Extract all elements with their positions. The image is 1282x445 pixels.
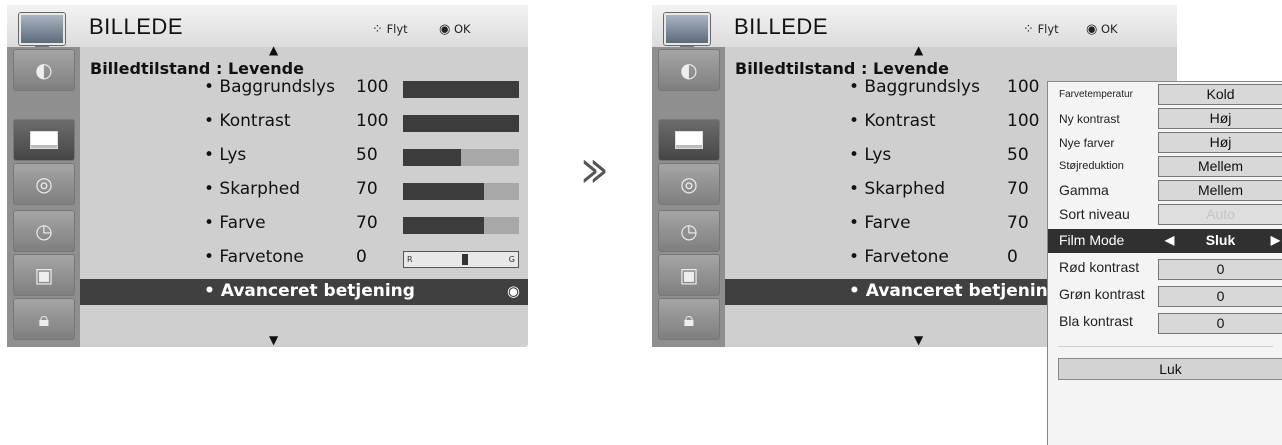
right-arrow-icon[interactable]: ▶ — [1271, 231, 1280, 250]
popup-row-noise-reduction[interactable]: Støjreduktion Mellem — [1048, 155, 1282, 179]
menu-title: BILLEDE — [89, 14, 183, 39]
sidebar-item-picture[interactable] — [13, 119, 75, 161]
menu-header: BILLEDE ⁘ Flyt ◉ OK — [652, 5, 1177, 50]
clock-icon: ◷ — [35, 219, 53, 243]
menu-header: BILLEDE ⁘ Flyt ◉ OK — [7, 5, 528, 50]
picture-menu-left: BILLEDE ⁘ Flyt ◉ OK ◐ ◎ ◷ ▣ 🔒︎ Billedtil… — [7, 5, 528, 347]
picture-mode-value: : Levende — [215, 59, 304, 78]
scroll-up-arrow[interactable]: ▲ — [914, 43, 923, 57]
menu-title: BILLEDE — [734, 14, 828, 39]
picture-mode-label: Billedtilstand — [90, 59, 211, 78]
close-button[interactable]: Luk — [1058, 358, 1282, 380]
picture-mode-row[interactable]: Billedtilstand : Levende — [735, 59, 949, 78]
ok-button-icon: ◉ — [1086, 22, 1098, 37]
tint-bar: R G — [403, 251, 519, 268]
sidebar-item-time[interactable]: ◷ — [13, 210, 75, 252]
advanced-settings-popup: Farvetemperatur Kold Ny kontrast Høj Nye… — [1047, 81, 1282, 445]
picture-globe-icon: ◐ — [35, 58, 53, 82]
tv-icon — [30, 131, 58, 149]
scroll-down-arrow[interactable]: ▼ — [914, 333, 923, 347]
menu-content: Billedtilstand : Levende ▲ • Baggrundsly… — [80, 43, 528, 347]
option-box-icon: ▣ — [679, 263, 699, 287]
lock-icon: 🔒︎ — [683, 307, 695, 331]
sidebar-item-picture-globe[interactable]: ◐ — [13, 49, 75, 91]
popup-row-color-temperature[interactable]: Farvetemperatur Kold — [1048, 83, 1282, 107]
move-arrows-icon: ⁘ — [372, 22, 383, 37]
setting-bar — [403, 183, 519, 200]
tv-icon — [19, 13, 65, 50]
sidebar-item-audio[interactable]: ◎ — [658, 163, 720, 205]
move-hint: ⁘ Flyt — [372, 22, 408, 37]
sidebar-item-option[interactable]: ▣ — [13, 254, 75, 296]
scroll-down-arrow[interactable]: ▼ — [269, 333, 278, 347]
sidebar-item-picture[interactable] — [658, 119, 720, 161]
popup-row-gamma[interactable]: Gamma Mellem — [1048, 179, 1282, 203]
film-mode-selector[interactable]: ◀ Sluk ▶ — [1158, 230, 1282, 251]
popup-row-blue-contrast[interactable]: Bla kontrast 0 — [1048, 310, 1282, 334]
setting-bar — [403, 81, 519, 98]
speaker-icon: ◎ — [680, 172, 698, 196]
picture-globe-icon: ◐ — [680, 58, 698, 82]
scroll-up-arrow[interactable]: ▲ — [269, 43, 278, 57]
setting-bar — [403, 149, 519, 166]
sidebar: ◐ ◎ ◷ ▣ 🔒︎ — [7, 47, 80, 347]
sidebar-item-picture-globe[interactable]: ◐ — [658, 49, 720, 91]
picture-mode-value: : Levende — [860, 59, 949, 78]
sidebar-item-lock[interactable]: 🔒︎ — [13, 298, 75, 340]
ok-hint: ◉ OK — [1086, 22, 1118, 37]
sidebar-item-audio[interactable]: ◎ — [13, 163, 75, 205]
sidebar-item-option[interactable]: ▣ — [658, 254, 720, 296]
clock-icon: ◷ — [680, 219, 698, 243]
ok-hint: ◉ OK — [439, 22, 471, 37]
picture-mode-row[interactable]: Billedtilstand : Levende — [90, 59, 304, 78]
popup-row-new-colors[interactable]: Nye farver Høj — [1048, 131, 1282, 155]
popup-row-new-contrast[interactable]: Ny kontrast Høj — [1048, 107, 1282, 131]
lock-icon: 🔒︎ — [38, 307, 50, 331]
popup-row-film-mode[interactable]: Film Mode ◀ Sluk ▶ — [1048, 229, 1282, 253]
setting-bar — [403, 115, 519, 132]
sidebar: ◐ ◎ ◷ ▣ 🔒︎ — [652, 47, 725, 347]
sidebar-item-time[interactable]: ◷ — [658, 210, 720, 252]
tint-marker — [462, 254, 468, 265]
left-arrow-icon[interactable]: ◀ — [1165, 231, 1174, 250]
picture-mode-label: Billedtilstand — [735, 59, 856, 78]
tv-icon — [675, 131, 703, 149]
next-step-arrow-icon: ≫ — [582, 148, 608, 194]
popup-row-red-contrast[interactable]: Rød kontrast 0 — [1048, 256, 1282, 280]
move-arrows-icon: ⁘ — [1023, 22, 1034, 37]
popup-row-black-level: Sort niveau Auto — [1048, 203, 1282, 227]
option-box-icon: ▣ — [34, 263, 54, 287]
tv-icon — [664, 13, 710, 50]
sidebar-item-lock[interactable]: 🔒︎ — [658, 298, 720, 340]
popup-row-green-contrast[interactable]: Grøn kontrast 0 — [1048, 283, 1282, 307]
move-hint: ⁘ Flyt — [1023, 22, 1059, 37]
ok-button-icon: ◉ — [439, 22, 451, 37]
ok-indicator-icon: ◉ — [506, 282, 520, 300]
advanced-control-row[interactable]: • Avanceret betjening ◉ — [80, 279, 528, 305]
speaker-icon: ◎ — [35, 172, 53, 196]
setting-bar — [403, 217, 519, 234]
popup-divider — [1058, 346, 1273, 347]
